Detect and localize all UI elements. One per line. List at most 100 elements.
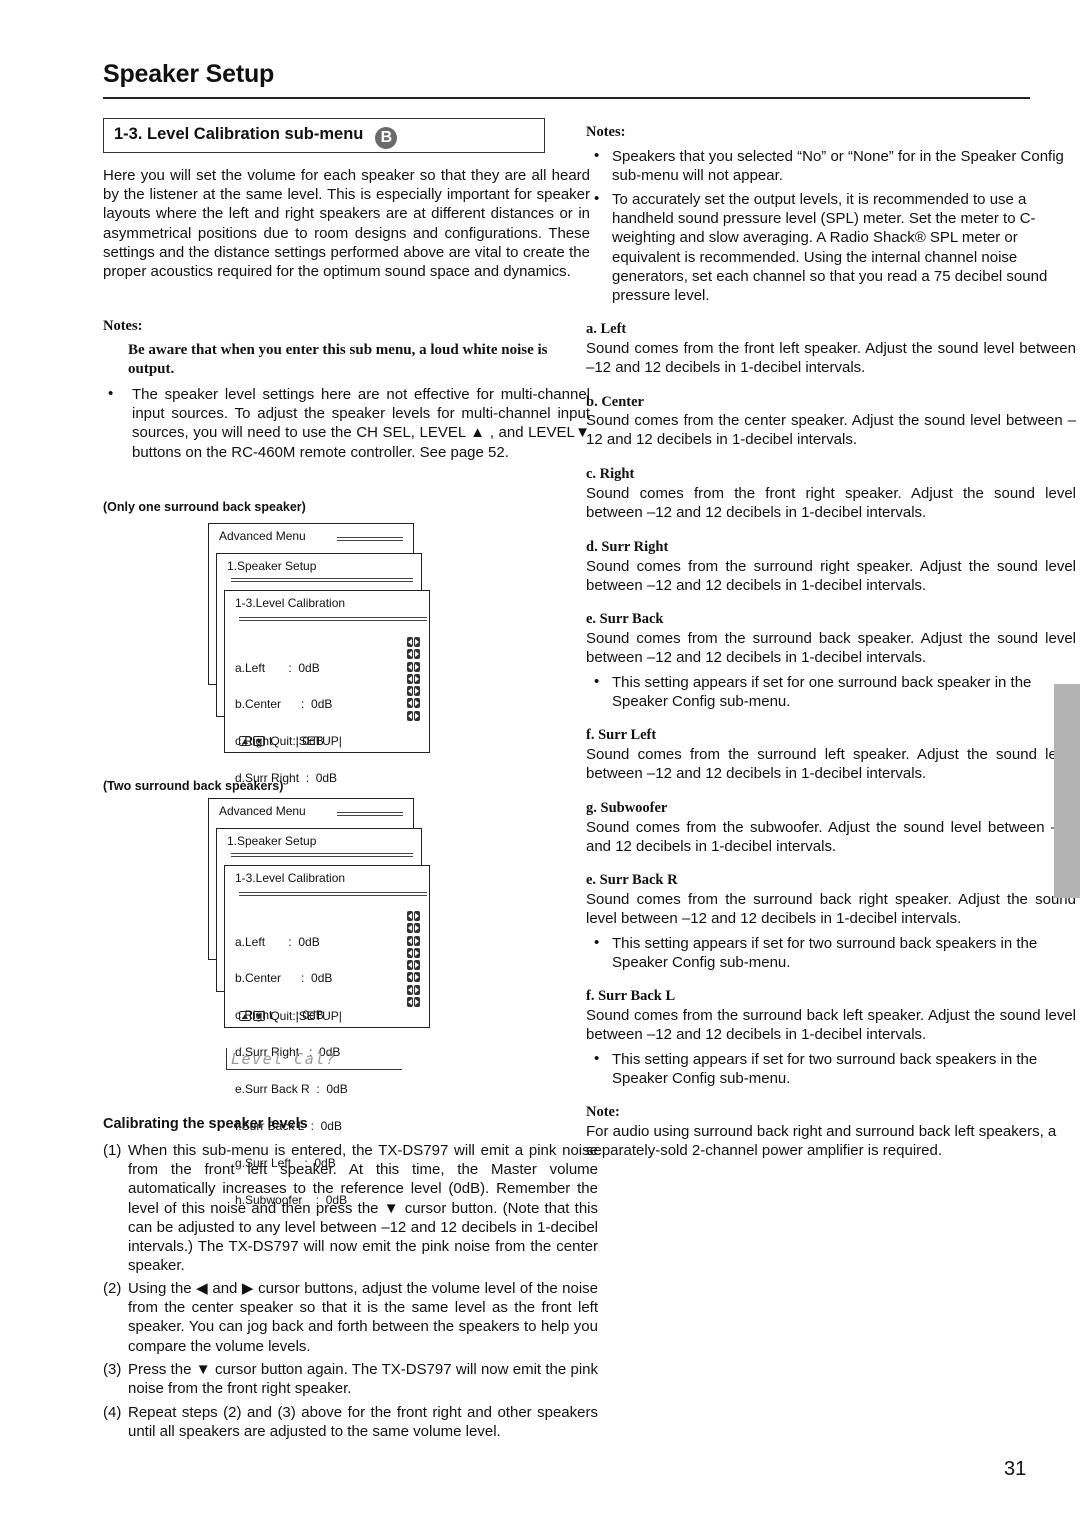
left-right-icon [407, 984, 420, 995]
left-right-icon [407, 947, 420, 958]
bullet-dot: • [108, 385, 114, 402]
title-rule [337, 812, 403, 816]
left-notes-heading: Notes: [103, 318, 143, 334]
channel-heading-center: b. Center [586, 394, 644, 410]
channel-heading-surr-back-r: e. Surr Back R [586, 872, 678, 888]
page-number: 31 [1004, 1458, 1027, 1480]
left-right-icon [407, 972, 420, 983]
left-right-icon [407, 997, 420, 1008]
channel-text-subwoofer: Sound comes from the subwoofer. Adjust t… [586, 819, 1076, 856]
bullet-dot: • [594, 1050, 600, 1067]
osd-one-footer: Quit:|SETUP| [239, 734, 342, 748]
bullet-dot: • [594, 934, 600, 951]
white-noise-warning: Be aware that when you enter this sub me… [128, 342, 548, 377]
left-right-icon [407, 637, 420, 647]
osd-row[interactable]: a.Left : 0dB [235, 661, 347, 674]
front-panel-display: Level Cal? [226, 1048, 402, 1070]
channel-heading-left: a. Left [586, 321, 627, 337]
advanced-menu-title: Advanced Menu [219, 804, 306, 818]
channel-text-right: Sound comes from the front right speaker… [586, 485, 1076, 522]
surr-back-r-bullet-text: This setting appears if set for two surr… [612, 935, 1038, 972]
chapter-edge-tab [1054, 684, 1080, 898]
note-text: Speakers that you selected “No” or “None… [612, 148, 1064, 185]
step-item: (4) Repeat steps (2) and (3) above for t… [103, 1403, 598, 1441]
level-calibration-window: 1-3.Level Calibration a.Left : 0dB b.Cen… [224, 590, 430, 895]
surr-back-l-bullet-text: This setting appears if set for two surr… [612, 1051, 1038, 1088]
title-rule [239, 617, 427, 621]
level-calibration-title: 1-3.Level Calibration [235, 596, 346, 610]
left-right-icon [407, 935, 420, 946]
step-text: Repeat steps (2) and (3) above for the f… [128, 1404, 598, 1441]
title-rule [103, 97, 1030, 99]
left-right-icon [407, 923, 420, 934]
step-item: (3) Press the ▼ cursor button again. The… [103, 1360, 598, 1398]
speaker-setup-title: 1.Speaker Setup [227, 559, 317, 573]
left-right-icon [407, 710, 420, 721]
channel-text-left: Sound comes from the front left speaker.… [586, 340, 1076, 377]
title-rule [239, 892, 427, 896]
step-number: (1) [103, 1142, 122, 1159]
osd-one-adjust-icons [407, 637, 421, 723]
left-right-icon [407, 673, 420, 684]
section-heading: 1-3. Level Calibration sub-menu [114, 125, 364, 143]
left-right-icon [407, 698, 420, 709]
title-rule [337, 537, 403, 541]
channel-heading-right: c. Right [586, 466, 635, 482]
up-arrow-key-icon [239, 736, 251, 746]
step-text: When this sub-menu is entered, the TX-DS… [128, 1142, 598, 1275]
osd-row[interactable]: b.Center : 0dB [235, 698, 347, 711]
step-item: (2) Using the ◀ and ▶ cursor buttons, ad… [103, 1279, 598, 1356]
b-badge-icon: B [375, 127, 398, 149]
calibrating-heading: Calibrating the speaker levels [103, 1116, 308, 1132]
channel-heading-surr-right: d. Surr Right [586, 539, 669, 555]
bullet-dot: • [594, 190, 600, 207]
title-rule [231, 853, 413, 857]
bullet-dot: • [594, 147, 600, 164]
surr-back-r-bullet: • This setting appears if set for two su… [594, 934, 1080, 972]
note-bullet: • Speakers that you selected “No” or “No… [594, 147, 1080, 185]
channel-heading-subwoofer: g. Subwoofer [586, 800, 668, 816]
title-rule [231, 578, 413, 582]
note-text: To accurately set the output levels, it … [612, 191, 1048, 305]
left-right-icon [407, 960, 420, 971]
note-bullet: • To accurately set the output levels, i… [594, 190, 1080, 305]
surr-back-bullet: • This setting appears if set for one su… [594, 673, 1080, 711]
level-calibration-window: 1-3.Level Calibration a.Left : 0dB b.Cen… [224, 865, 430, 1206]
step-number: (2) [103, 1280, 122, 1297]
bullet-dot: • [594, 673, 600, 690]
osd-row[interactable]: a.Left : 0dB [235, 935, 348, 948]
osd-row[interactable]: e.Surr Back R : 0dB [235, 1083, 348, 1096]
osd-row[interactable]: b.Center : 0dB [235, 972, 348, 985]
final-note-text: For audio using surround back right and … [586, 1123, 1057, 1160]
multichannel-note: • The speaker level settings here are no… [108, 385, 590, 462]
right-notes-heading: Notes: [586, 124, 626, 140]
final-note-heading: Note: [586, 1104, 620, 1120]
channel-text-surr-left: Sound comes from the surround left speak… [586, 746, 1076, 783]
left-right-icon [407, 686, 420, 697]
quit-setup-label: Quit:|SETUP| [270, 1009, 342, 1023]
intro-paragraph: Here you will set the volume for each sp… [103, 167, 590, 281]
osd-two-caption: (Two surround back speakers) [103, 779, 284, 793]
channel-text-surr-back-r: Sound comes from the surround back right… [586, 891, 1076, 928]
down-arrow-key-icon [253, 736, 265, 746]
multichannel-note-text: The speaker level settings here are not … [132, 386, 590, 461]
channel-text-surr-back-l: Sound comes from the surround back left … [586, 1007, 1076, 1044]
level-calibration-title: 1-3.Level Calibration [235, 871, 346, 885]
channel-heading-surr-back: e. Surr Back [586, 611, 664, 627]
speaker-setup-title: 1.Speaker Setup [227, 834, 317, 848]
osd-two-footer: Quit:|SETUP| [239, 1009, 342, 1023]
osd-one-caption: (Only one surround back speaker) [103, 500, 306, 514]
osd-two-adjust-icons [407, 911, 421, 1009]
advanced-menu-title: Advanced Menu [219, 529, 306, 543]
page-title: Speaker Setup [103, 60, 275, 88]
quit-setup-label: Quit:|SETUP| [270, 734, 342, 748]
channel-text-center: Sound comes from the center speaker. Adj… [586, 412, 1076, 449]
left-right-icon [407, 661, 420, 672]
surr-back-bullet-text: This setting appears if set for one surr… [612, 674, 1032, 711]
down-arrow-key-icon [253, 1011, 265, 1021]
step-item: (1) When this sub-menu is entered, the T… [103, 1141, 598, 1275]
channel-heading-surr-left: f. Surr Left [586, 727, 657, 743]
step-number: (3) [103, 1361, 122, 1378]
channel-text-surr-back: Sound comes from the surround back speak… [586, 630, 1076, 667]
step-text: Press the ▼ cursor button again. The TX-… [128, 1361, 598, 1398]
